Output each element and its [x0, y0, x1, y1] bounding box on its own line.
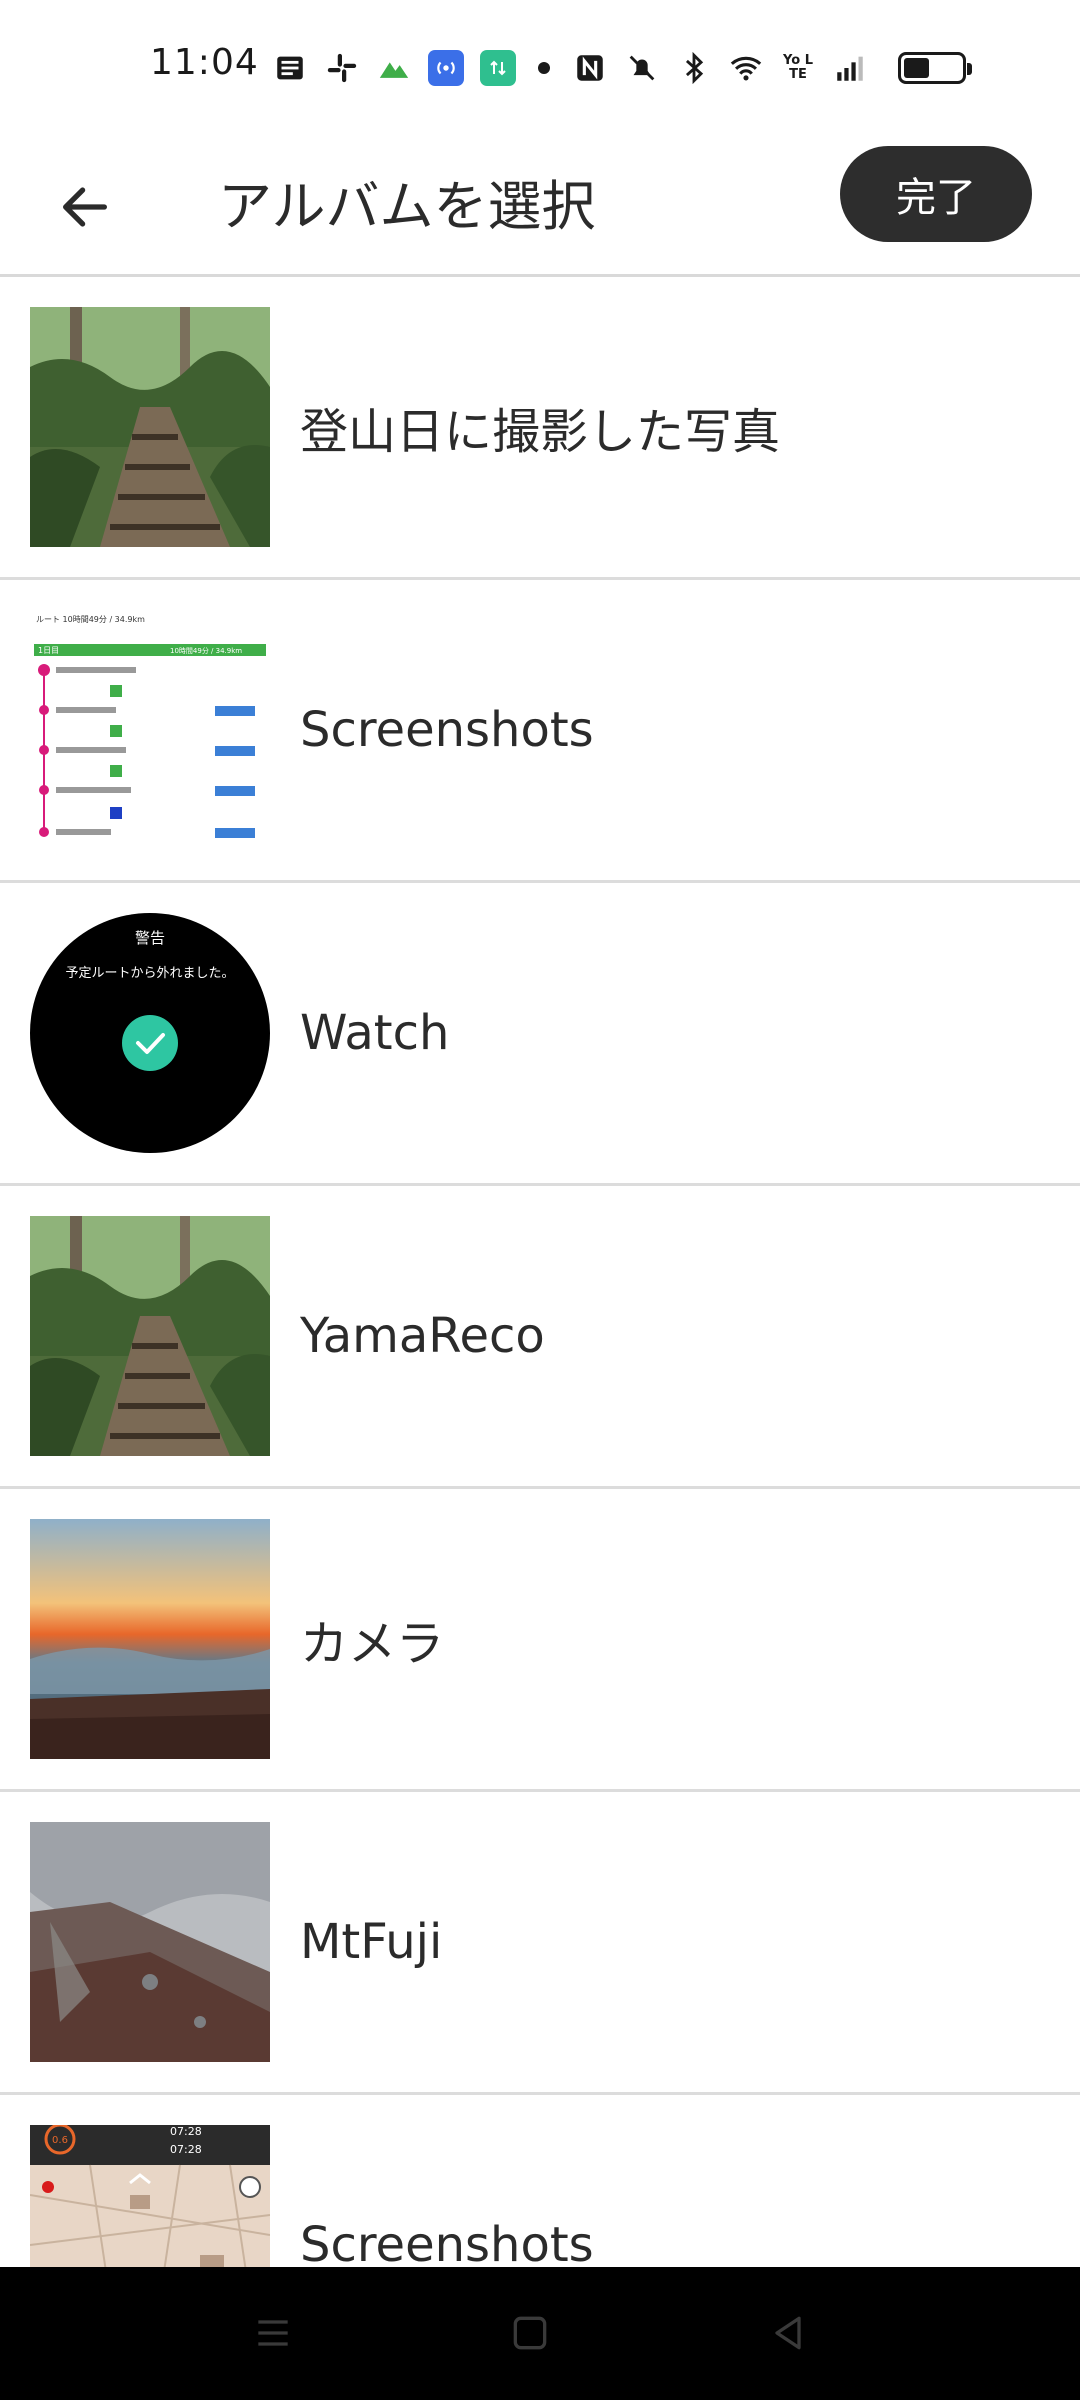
album-name: MtFuji	[300, 1914, 443, 1970]
bluetooth-icon	[676, 50, 712, 86]
album-name: Screenshots	[300, 2217, 594, 2267]
mute-icon	[624, 50, 660, 86]
album-name: カメラ	[300, 1616, 445, 1672]
battery-icon	[898, 52, 972, 84]
back-button[interactable]	[40, 162, 130, 252]
volte-icon: Yo LTE	[780, 50, 816, 86]
album-item[interactable]: 0.6 07:28 07:28 Screenshots	[0, 2095, 1080, 2267]
album-list[interactable]: 登山日に撮影した写真 ルート 10時間49分 / 34.9km 1日目 10時間…	[0, 277, 1080, 2267]
album-thumbnail: ルート 10時間49分 / 34.9km 1日目 10時間49分 / 34.9k…	[30, 610, 270, 850]
album-item[interactable]: 登山日に撮影した写真	[0, 277, 1080, 580]
map-badge-text: 0.6	[52, 2135, 68, 2146]
watch-message-text: 予定ルートから外れました。	[65, 966, 234, 981]
home-button[interactable]	[500, 2303, 560, 2363]
album-name: 登山日に撮影した写真	[300, 404, 781, 460]
route-day-total-text: 10時間49分 / 34.9km	[170, 646, 242, 655]
route-day-text: 1日目	[38, 646, 59, 655]
broadcast-icon	[428, 50, 464, 86]
signal-icon	[832, 50, 868, 86]
album-thumbnail	[30, 1822, 270, 2062]
map-time2-text: 07:28	[170, 2143, 202, 2156]
data-sync-icon	[480, 50, 516, 86]
album-thumbnail: 警告 予定ルートから外れました。	[30, 913, 270, 1153]
slack-icon	[324, 50, 360, 86]
album-item[interactable]: カメラ	[0, 1489, 1080, 1792]
navigation-bar	[0, 2267, 1080, 2400]
album-name: Watch	[300, 1005, 450, 1061]
album-item[interactable]: ルート 10時間49分 / 34.9km 1日目 10時間49分 / 34.9k…	[0, 580, 1080, 883]
album-item[interactable]: 警告 予定ルートから外れました。 Watch	[0, 883, 1080, 1186]
square-icon	[513, 2316, 547, 2350]
status-icons: Yo LTE	[272, 46, 972, 90]
route-header-text: ルート 10時間49分 / 34.9km	[36, 615, 145, 624]
watch-title-text: 警告	[135, 929, 165, 947]
album-thumbnail	[30, 1216, 270, 1456]
recent-apps-button[interactable]	[243, 2303, 303, 2363]
album-item[interactable]: MtFuji	[0, 1792, 1080, 2095]
album-thumbnail	[30, 1519, 270, 1759]
album-thumbnail: 0.6 07:28 07:28	[30, 2125, 270, 2267]
album-thumbnail	[30, 307, 270, 547]
back-nav-button[interactable]	[758, 2303, 818, 2363]
battery-level	[904, 58, 930, 78]
page-title: アルバムを選択	[218, 175, 596, 238]
menu-icon	[258, 2320, 288, 2346]
map-time1-text: 07:28	[170, 2125, 202, 2138]
app-bar: アルバムを選択 完了	[0, 138, 1080, 276]
news-icon	[272, 50, 308, 86]
done-button[interactable]: 完了	[840, 146, 1032, 242]
wifi-icon	[728, 50, 764, 86]
arrow-left-icon	[63, 187, 107, 227]
status-bar: 11:04 Yo LTE	[0, 0, 1080, 138]
album-item[interactable]: YamaReco	[0, 1186, 1080, 1489]
nfc-icon	[572, 50, 608, 86]
notification-dot-icon	[538, 62, 550, 74]
volte-label: Yo LTE	[783, 53, 813, 82]
album-name: Screenshots	[300, 702, 594, 758]
mountain-icon	[376, 50, 412, 86]
album-name: YamaReco	[300, 1308, 545, 1364]
status-time: 11:04	[150, 42, 259, 83]
triangle-back-icon	[775, 2316, 801, 2350]
